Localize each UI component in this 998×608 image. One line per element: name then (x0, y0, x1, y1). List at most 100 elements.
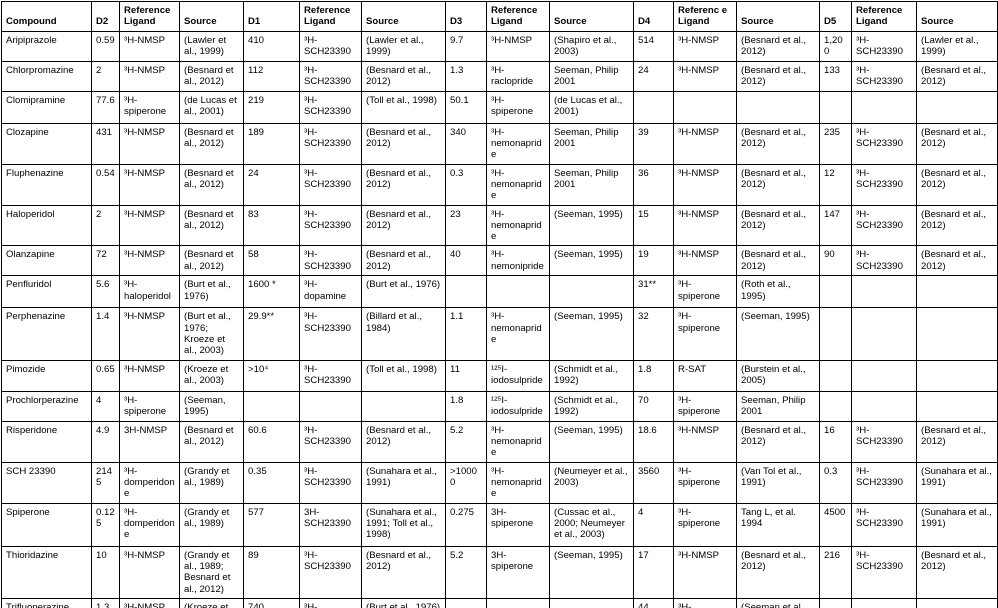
cell-d4_ligand: ³H-NMSP (673, 204, 737, 247)
cell-d3_ligand: 3H-spiperone (486, 502, 550, 547)
cell-d4_source: (Besnard et al., 2012) (736, 245, 820, 277)
cell-d2: 10 (91, 545, 120, 599)
table-row: Prochlorperazine 4 ³H-spiperone (Seeman, 19… (1, 390, 998, 422)
cell-d2: 0.59 (91, 30, 120, 62)
cell-d5_ligand (851, 275, 917, 309)
cell-d3_ligand: 3H-spiperone (486, 545, 550, 599)
cell-d1_ligand (299, 390, 362, 422)
cell-d2_source: (Kroeze et al., 2003) (179, 359, 244, 392)
cell-d5_ligand: ³H-SCH23390 (851, 461, 917, 504)
cell-d2_source: (Besnard et al., 2012) (179, 60, 244, 92)
cell-d3_ligand: ³H-nemonapride (486, 163, 550, 206)
table-row: Trifluoperazine1.3³H-NMSP(Kroeze et al.,… (1, 597, 998, 608)
cell-d1_source: (Besnard et al., 2012) (361, 420, 446, 463)
cell-d1_ligand: ³H-dopamine (299, 275, 362, 309)
cell-d3: 5.2 (445, 545, 487, 599)
cell-d4: 3560 (633, 461, 674, 504)
cell-d3_source: (Seeman, 1995) (549, 420, 634, 463)
cell-d1_ligand: 3H-SCH23390 (299, 502, 362, 547)
cell-d4_source: (Besnard et al., 2012) (736, 545, 820, 599)
cell-d3: 1.1 (445, 307, 487, 361)
cell-d3_source: (Neumeyer et al., 2003) (549, 461, 634, 504)
cell-d4_ligand: ³H-spiperone (673, 461, 737, 504)
cell-compound: Olanzapine (1, 245, 92, 277)
column-header-d1_ligand: Reference Ligand (299, 1, 362, 32)
cell-d5_source: (Besnard et al., 2012) (916, 60, 998, 92)
cell-d2: 77.6 (91, 90, 120, 124)
table-row: Pimozide 0.65 ³H-NMSP (Kroeze et al., 2003)… (1, 359, 998, 392)
cell-d4_ligand: ³H-spiperone (673, 390, 737, 422)
cell-d1: 740 (243, 597, 300, 608)
column-header-d4_ligand: Referenc e Ligand (673, 1, 737, 32)
column-header-d5_ligand: Reference Ligand (851, 1, 917, 32)
cell-d5_ligand: ³H-SCH23390 (851, 545, 917, 599)
cell-d3_source: (Shapiro et al., 2003) (549, 30, 634, 62)
column-header-d3_ligand: Reference Ligand (486, 1, 550, 32)
cell-d1_source: (Besnard et al., 2012) (361, 245, 446, 277)
cell-d3_ligand: ³H-nemonapride (486, 122, 550, 165)
table-row: Thioridazine 10 ³H-NMSP (Grandy et al., 198… (1, 545, 998, 599)
cell-compound: Risperidone (1, 420, 92, 463)
table-row: Clomipramine 77.6 ³H-spiperone (de Lucas et… (1, 90, 998, 124)
cell-d5_source: (Besnard et al., 2012) (916, 245, 998, 277)
cell-d3_ligand: ³H-nemonapride (486, 307, 550, 361)
cell-d3_source: (de Lucas et al., 2001) (549, 90, 634, 124)
cell-d5 (819, 359, 852, 392)
cell-d2_ligand: ³H-spiperone (119, 90, 180, 124)
cell-compound: Thioridazine (1, 545, 92, 599)
cell-d3: 1.3 (445, 60, 487, 92)
cell-d5 (819, 275, 852, 309)
cell-d1_ligand: ³H-SCH23390 (299, 245, 362, 277)
cell-compound: Aripiprazole (1, 30, 92, 62)
cell-d4_source: (Besnard et al., 2012) (736, 420, 820, 463)
cell-d1_source: (Sunahara et al., 1991) (361, 461, 446, 504)
cell-d4_source: (Roth et al., 1995) (736, 275, 820, 309)
cell-d4_ligand (673, 90, 737, 124)
cell-d4: 15 (633, 204, 674, 247)
cell-d3_source (549, 597, 634, 608)
cell-d5 (819, 90, 852, 124)
cell-compound: Perphenazine (1, 307, 92, 361)
cell-d5_source: (Lawler et al., 1999) (916, 30, 998, 62)
cell-d4_source: (Besnard et al., 2012) (736, 60, 820, 92)
cell-d5: 90 (819, 245, 852, 277)
cell-d1_ligand: ³H-dopamine (299, 597, 362, 608)
cell-d5_ligand (851, 390, 917, 422)
cell-compound: Fluphenazine (1, 163, 92, 206)
cell-d2_ligand: ³H-domperidone (119, 461, 180, 504)
cell-compound: Haloperidol (1, 204, 92, 247)
cell-d1_ligand: ³H-SCH23390 (299, 204, 362, 247)
header-row: Compound D2 Reference Ligand Source D1 Refere… (1, 1, 998, 32)
cell-d5 (819, 390, 852, 422)
table-header: Compound D2 Reference Ligand Source D1 Refere… (1, 1, 998, 32)
cell-d4_source: (Seeman, 1995) (736, 307, 820, 361)
cell-d5_ligand: ³H-SCH23390 (851, 163, 917, 206)
cell-d5_source: (Besnard et al., 2012) (916, 163, 998, 206)
cell-d2_source: (Besnard et al., 2012) (179, 204, 244, 247)
cell-d2: 72 (91, 245, 120, 277)
cell-d3_ligand: ³H-nemonapride (486, 204, 550, 247)
cell-d1_ligand: ³H-SCH23390 (299, 60, 362, 92)
cell-d3 (445, 597, 487, 608)
cell-d1_ligand: ³H-SCH23390 (299, 420, 362, 463)
cell-d5_source (916, 275, 998, 309)
cell-d4_ligand: ³H-NMSP (673, 420, 737, 463)
cell-d4: 18.6 (633, 420, 674, 463)
cell-d3: 9.7 (445, 30, 487, 62)
cell-d2: 1.3 (91, 597, 120, 608)
cell-d2_ligand: ³H-NMSP (119, 30, 180, 62)
cell-d1_source: (Toll et al., 1998) (361, 359, 446, 392)
cell-d2_source: (Lawler et al., 1999) (179, 30, 244, 62)
cell-d3_source: (Seeman, 1995) (549, 245, 634, 277)
cell-d5 (819, 307, 852, 361)
cell-d5_source (916, 359, 998, 392)
cell-d5: 216 (819, 545, 852, 599)
cell-d3_ligand: ¹²⁵I-iodosulpride (486, 390, 550, 422)
cell-d4_source: (Burstein et al., 2005) (736, 359, 820, 392)
cell-d2: 2 (91, 60, 120, 92)
cell-d2: 2145 (91, 461, 120, 504)
cell-d3_source (549, 275, 634, 309)
cell-d2_ligand: 3H-NMSP (119, 420, 180, 463)
cell-d4: 17 (633, 545, 674, 599)
table-row: Risperidone 4.9 3H-NMSP (Besnard et al., 20… (1, 420, 998, 463)
